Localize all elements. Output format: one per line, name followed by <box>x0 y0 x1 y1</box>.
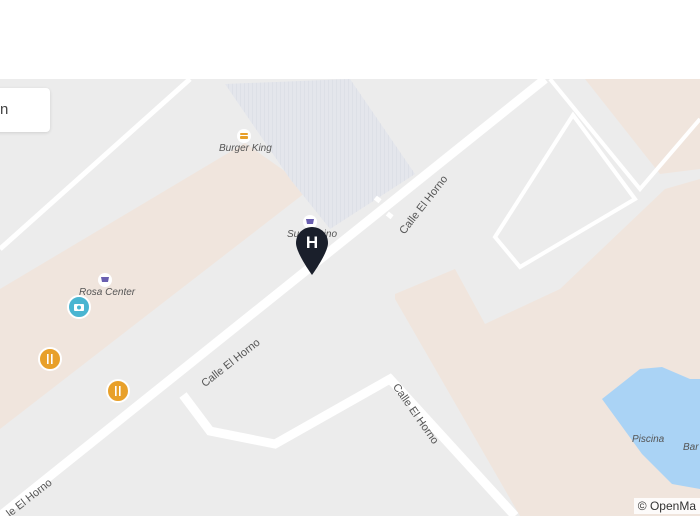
hotel-marker-label: H <box>305 233 319 252</box>
map-attribution[interactable]: © OpenMa <box>633 498 700 514</box>
fast-food-icon[interactable] <box>237 129 251 143</box>
search-input[interactable]: n <box>0 88 50 132</box>
camera-icon[interactable] <box>67 295 91 319</box>
footer-area <box>0 516 700 525</box>
poi-label-burger-king: Burger King <box>219 143 272 154</box>
building-top-right <box>585 79 700 174</box>
search-partial-text: n <box>0 101 9 118</box>
fork-knife-icon[interactable] <box>38 347 62 371</box>
poi-label-bar: Bar <box>683 442 699 453</box>
shopping-cart-icon[interactable] <box>98 273 112 287</box>
poi-label-piscina: Piscina <box>632 434 665 445</box>
header-area <box>0 0 700 79</box>
hotel-pin-icon[interactable]: H <box>296 227 328 277</box>
map-view[interactable]: n Burger King Super Dino Rosa Center Cal… <box>0 79 700 516</box>
fork-knife-icon[interactable] <box>106 379 130 403</box>
